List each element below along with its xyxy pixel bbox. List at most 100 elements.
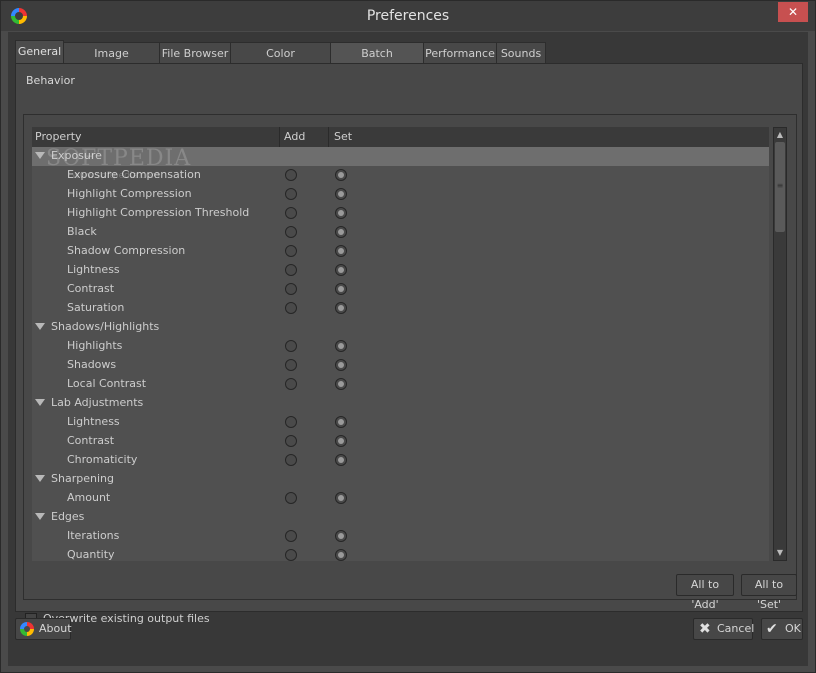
add-radio[interactable] bbox=[285, 416, 297, 428]
row-label: Shadows/Highlights bbox=[51, 320, 160, 333]
set-radio[interactable] bbox=[335, 302, 347, 314]
column-property[interactable]: Property bbox=[35, 130, 82, 143]
behavior-label: Behavior bbox=[26, 74, 75, 87]
column-separator[interactable] bbox=[328, 127, 329, 147]
set-radio[interactable] bbox=[335, 340, 347, 352]
triangle-down-icon[interactable] bbox=[35, 152, 45, 159]
row-label: Black bbox=[67, 225, 97, 238]
tree-row[interactable]: Shadow Compression bbox=[32, 242, 769, 261]
cancel-button[interactable]: ✖ Cancel bbox=[693, 618, 754, 640]
tree-row[interactable]: Shadows bbox=[32, 356, 769, 375]
tree-group-row[interactable]: Sharpening bbox=[32, 470, 769, 489]
tree-row[interactable]: Quantity bbox=[32, 546, 769, 561]
set-radio[interactable] bbox=[335, 416, 347, 428]
set-radio[interactable] bbox=[335, 226, 347, 238]
triangle-down-icon[interactable] bbox=[35, 513, 45, 520]
set-radio[interactable] bbox=[335, 359, 347, 371]
set-radio[interactable] bbox=[335, 207, 347, 219]
tree-group-row[interactable]: Edges bbox=[32, 508, 769, 527]
about-label: About bbox=[39, 622, 72, 635]
row-label: Lab Adjustments bbox=[51, 396, 144, 409]
set-radio[interactable] bbox=[335, 378, 347, 390]
about-button[interactable]: About bbox=[15, 618, 72, 640]
set-radio[interactable] bbox=[335, 188, 347, 200]
tree-row[interactable]: Highlight Compression bbox=[32, 185, 769, 204]
tree-row[interactable]: Highlights bbox=[32, 337, 769, 356]
tab-color-management[interactable]: Color Management bbox=[230, 42, 331, 81]
set-radio[interactable] bbox=[335, 245, 347, 257]
tree-row[interactable]: Lightness bbox=[32, 413, 769, 432]
column-set[interactable]: Set bbox=[334, 130, 352, 143]
row-label: Contrast bbox=[67, 434, 115, 447]
add-radio[interactable] bbox=[285, 283, 297, 295]
tree-row[interactable]: Chromaticity bbox=[32, 451, 769, 470]
add-radio[interactable] bbox=[285, 188, 297, 200]
tree-row[interactable]: Contrast bbox=[32, 432, 769, 451]
set-radio[interactable] bbox=[335, 435, 347, 447]
tree-row[interactable]: Iterations bbox=[32, 527, 769, 546]
add-radio[interactable] bbox=[285, 264, 297, 276]
column-separator[interactable] bbox=[279, 127, 280, 147]
triangle-down-icon[interactable] bbox=[35, 323, 45, 330]
add-radio[interactable] bbox=[285, 226, 297, 238]
close-button[interactable]: ✕ bbox=[778, 2, 808, 22]
vertical-scrollbar[interactable]: ▲ ≡ ▼ bbox=[773, 127, 787, 561]
add-radio[interactable] bbox=[285, 454, 297, 466]
set-radio[interactable] bbox=[335, 283, 347, 295]
tree-row[interactable]: Highlight Compression Threshold bbox=[32, 204, 769, 223]
app-logo-icon bbox=[20, 622, 34, 636]
set-radio[interactable] bbox=[335, 454, 347, 466]
ok-button[interactable]: ✔ OK bbox=[761, 618, 803, 640]
tree-group-row[interactable]: Shadows/Highlights bbox=[32, 318, 769, 337]
add-radio[interactable] bbox=[285, 492, 297, 504]
watermark: SOFTPEDIA bbox=[46, 146, 192, 171]
x-icon: ✖ bbox=[699, 621, 711, 637]
tree-row[interactable]: Amount bbox=[32, 489, 769, 508]
tree-group-row[interactable]: Lab Adjustments bbox=[32, 394, 769, 413]
set-radio[interactable] bbox=[335, 169, 347, 181]
add-radio[interactable] bbox=[285, 245, 297, 257]
tree-row[interactable]: Saturation bbox=[32, 299, 769, 318]
add-radio[interactable] bbox=[285, 378, 297, 390]
add-radio[interactable] bbox=[285, 530, 297, 542]
tab-performance[interactable]: Performance bbox=[423, 42, 497, 63]
add-radio[interactable] bbox=[285, 549, 297, 561]
ok-label: OK bbox=[785, 622, 801, 635]
behavior-tree[interactable]: Property Add Set Exposure Exposure Compen… bbox=[32, 127, 769, 561]
add-radio[interactable] bbox=[285, 169, 297, 181]
scroll-up-icon[interactable]: ▲ bbox=[775, 129, 785, 141]
tree-row[interactable]: Local Contrast bbox=[32, 375, 769, 394]
tree-row[interactable]: Lightness bbox=[32, 261, 769, 280]
tree-row[interactable]: Black bbox=[32, 223, 769, 242]
add-radio[interactable] bbox=[285, 302, 297, 314]
scroll-thumb[interactable]: ≡ bbox=[775, 142, 785, 232]
row-label: Lightness bbox=[67, 415, 120, 428]
add-radio[interactable] bbox=[285, 435, 297, 447]
title-bar[interactable]: Preferences ✕ bbox=[1, 1, 815, 31]
tab-file-browser[interactable]: File Browser bbox=[159, 42, 231, 63]
tab-sounds[interactable]: Sounds bbox=[496, 42, 546, 63]
add-radio[interactable] bbox=[285, 207, 297, 219]
scroll-down-icon[interactable]: ▼ bbox=[775, 547, 785, 559]
set-radio[interactable] bbox=[335, 264, 347, 276]
set-radio[interactable] bbox=[335, 492, 347, 504]
row-label: Highlights bbox=[67, 339, 123, 352]
all-to-add-button[interactable]: All to 'Add' bbox=[676, 574, 734, 611]
set-radio[interactable] bbox=[335, 530, 347, 542]
column-add[interactable]: Add bbox=[284, 130, 305, 143]
row-label: Saturation bbox=[67, 301, 125, 314]
add-radio[interactable] bbox=[285, 359, 297, 371]
tab-batch-processing[interactable]: Batch Processing bbox=[330, 42, 424, 81]
tab-image-processing[interactable]: Image Processing bbox=[63, 42, 160, 81]
watermark-url: www.softpedia.com bbox=[72, 171, 160, 181]
row-label: Chromaticity bbox=[67, 453, 138, 466]
add-radio[interactable] bbox=[285, 340, 297, 352]
triangle-down-icon[interactable] bbox=[35, 399, 45, 406]
triangle-down-icon[interactable] bbox=[35, 475, 45, 482]
row-label: Shadow Compression bbox=[67, 244, 186, 257]
tab-general[interactable]: General bbox=[15, 40, 64, 64]
set-radio[interactable] bbox=[335, 549, 347, 561]
all-to-set-button[interactable]: All to 'Set' bbox=[741, 574, 797, 611]
tree-row[interactable]: Contrast bbox=[32, 280, 769, 299]
grip-icon: ≡ bbox=[776, 181, 784, 190]
